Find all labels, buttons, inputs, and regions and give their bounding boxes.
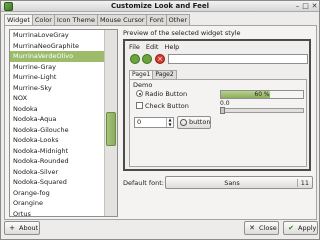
scale-slider[interactable] (220, 107, 304, 114)
list-item[interactable]: Nodoka-Aqua (10, 114, 105, 125)
list-item[interactable]: MurrinaVerdeOlivo (10, 51, 105, 62)
zoom-icon (180, 119, 187, 126)
progress-bar: 60 % (220, 90, 304, 99)
checkmark-icon: ✔ (288, 224, 294, 232)
plus-icon: + (9, 224, 15, 232)
list-item[interactable]: Orangine (10, 198, 105, 209)
spin-arrows-icon[interactable]: ▲ ▼ (166, 117, 173, 127)
radio-button[interactable] (136, 90, 143, 97)
list-item[interactable]: Ortus (10, 209, 105, 217)
spin-value: 0 (137, 118, 142, 126)
font-name: Sans (224, 179, 240, 187)
list-item[interactable]: Nodoka-Gilouche (10, 125, 105, 136)
close-icon[interactable]: ✕ (310, 2, 319, 11)
list-item[interactable]: Nodoka-Rounded (10, 156, 105, 167)
tab-icon-theme[interactable]: Icon Theme (53, 14, 98, 25)
list-item[interactable]: MurrinaLoveGray (10, 30, 105, 41)
list-item[interactable]: Nodoka-Midnight (10, 146, 105, 157)
tab-font[interactable]: Font (146, 14, 167, 25)
list-item[interactable]: Nodoka-Silver (10, 167, 105, 178)
list-item[interactable]: MurrinaNeoGraphite (10, 41, 105, 52)
preview-label: Preview of the selected widget style (123, 29, 241, 37)
preview-button-label: button (189, 118, 211, 126)
close-button[interactable]: ✕ Close (244, 221, 279, 235)
list-item[interactable]: Murrine-Light (10, 72, 105, 83)
menu-file[interactable]: File (129, 43, 140, 51)
preview-menubar: File Edit Help (129, 43, 179, 51)
radio-button-label: Radio Button (145, 90, 188, 98)
demo-label: Demo (133, 81, 153, 89)
theme-list-items: MurrinaLoveGray MurrinaNeoGraphite Murrina… (10, 30, 105, 217)
scale-handle[interactable] (220, 107, 225, 114)
window-title: Customize Look and Feel (110, 2, 210, 10)
theme-list-scrollbar[interactable] (104, 30, 117, 216)
preview-page-panel: Demo Radio Button Check Button 0 ▲ ▼ butt… (129, 79, 307, 167)
maximize-icon[interactable]: □ (301, 2, 310, 11)
tab-strip: Widget Color Icon Theme Mouse Cursor Fon… (4, 14, 191, 26)
scrollbar-thumb[interactable] (106, 112, 116, 146)
tab-color[interactable]: Color (31, 14, 55, 25)
tab-page2[interactable]: Page2 (152, 70, 177, 79)
progress-text: 60 % (254, 91, 270, 98)
preview-tabs: Page1 Page2 (129, 70, 177, 79)
menu-edit[interactable]: Edit (146, 43, 159, 51)
check-button-label: Check Button (145, 102, 189, 110)
list-item[interactable]: Murrine-Gray (10, 62, 105, 73)
about-button[interactable]: + About (4, 221, 40, 235)
preview-button[interactable]: button (177, 116, 211, 129)
list-item[interactable]: Nodoka (10, 104, 105, 115)
apply-label: Apply (298, 224, 317, 232)
about-label: About (19, 224, 39, 232)
title-bar: Customize Look and Feel – □ ✕ (1, 1, 319, 12)
check-button[interactable] (136, 102, 143, 109)
default-font-label: Default font: (123, 179, 164, 187)
font-picker-button[interactable]: Sans 11 (165, 176, 313, 189)
tab-page1[interactable]: Page1 (129, 70, 154, 79)
list-item[interactable]: Nodoka-Squared (10, 177, 105, 188)
stop-icon[interactable]: × (155, 54, 165, 64)
list-item[interactable]: NOX (10, 93, 105, 104)
widget-panel: MurrinaLoveGray MurrinaNeoGraphite Murrina… (4, 25, 317, 220)
list-item[interactable]: Murrine-Sky (10, 83, 105, 94)
preview-area: File Edit Help × Page1 Page2 Demo Radio … (123, 39, 311, 171)
list-item[interactable]: Nodoka-Looks (10, 135, 105, 146)
scale-value: 0.0 (220, 100, 230, 107)
window: Customize Look and Feel – □ ✕ Widget Col… (0, 0, 320, 240)
font-size: 11 (296, 179, 309, 187)
close-x-icon: ✕ (249, 224, 255, 232)
spin-button[interactable]: 0 ▲ ▼ (134, 117, 174, 128)
forward-arrow-icon[interactable] (142, 54, 152, 64)
close-label: Close (259, 224, 277, 232)
tab-mouse-cursor[interactable]: Mouse Cursor (96, 14, 148, 25)
menu-help[interactable]: Help (164, 43, 179, 51)
list-item[interactable]: Orange-fog (10, 188, 105, 199)
apply-button[interactable]: ✔ Apply (283, 221, 318, 235)
preview-entry[interactable] (168, 54, 308, 64)
theme-list[interactable]: MurrinaLoveGray MurrinaNeoGraphite Murrina… (9, 29, 118, 217)
tab-other[interactable]: Other (165, 14, 191, 25)
back-arrow-icon[interactable] (130, 54, 140, 64)
